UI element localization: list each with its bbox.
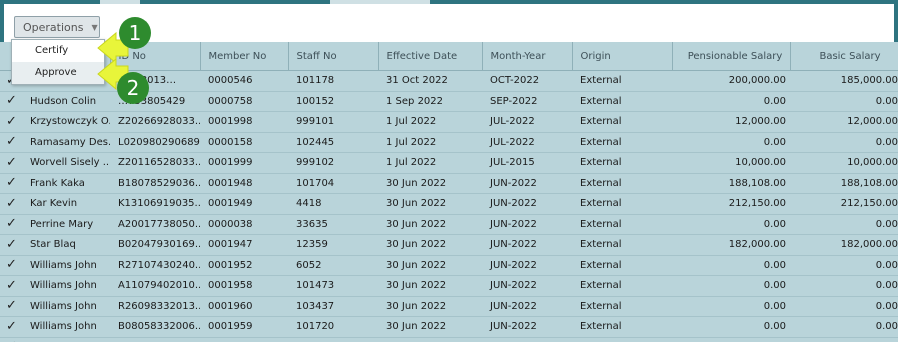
callout-arrows: [97, 31, 129, 91]
app-frame: Operations ▼ ID No Member No Staff No Ef…: [0, 0, 898, 342]
callout-badge-2: 2: [117, 72, 149, 104]
callout-badge-1: 1: [119, 17, 151, 49]
